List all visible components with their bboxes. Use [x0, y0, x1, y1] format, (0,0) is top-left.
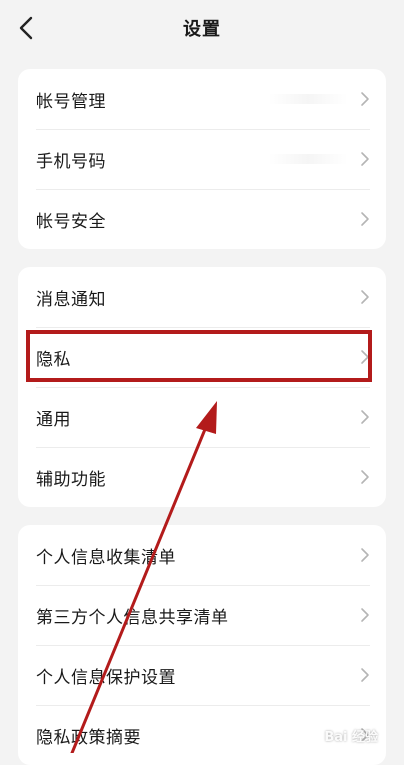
chevron-right-icon: [360, 151, 370, 167]
settings-item-account-management[interactable]: 帐号管理: [18, 69, 386, 129]
settings-item-account-security[interactable]: 帐号安全: [18, 189, 386, 249]
chevron-right-icon: [360, 349, 370, 365]
chevron-right-icon: [360, 607, 370, 623]
general-settings-card: 消息通知 隐私 通用 辅助功能: [18, 267, 386, 507]
chevron-right-icon: [360, 667, 370, 683]
settings-item-label: 辅助功能: [36, 469, 106, 490]
settings-item-label: 帐号安全: [36, 211, 106, 232]
chevron-left-icon: [19, 16, 33, 40]
chevron-right-icon: [360, 547, 370, 563]
watermark-text: Bai 经验: [324, 730, 378, 745]
back-button[interactable]: [14, 14, 38, 42]
settings-item-label: 个人信息保护设置: [36, 667, 176, 688]
settings-item-label: 个人信息收集清单: [36, 547, 176, 568]
settings-item-label: 通用: [36, 409, 71, 430]
settings-item-label: 帐号管理: [36, 91, 106, 112]
settings-item-personal-info-list[interactable]: 个人信息收集清单: [18, 525, 386, 585]
settings-item-accessibility[interactable]: 辅助功能: [18, 447, 386, 507]
settings-item-label: 隐私: [36, 349, 71, 370]
chevron-right-icon: [360, 91, 370, 107]
settings-item-third-party-sharing-list[interactable]: 第三方个人信息共享清单: [18, 585, 386, 645]
chevron-right-icon: [360, 469, 370, 485]
settings-item-notifications[interactable]: 消息通知: [18, 267, 386, 327]
settings-item-phone-number[interactable]: 手机号码: [18, 129, 386, 189]
top-bar: 设置: [0, 0, 404, 56]
baidu-jingyan-watermark: Bai 经验: [306, 726, 378, 745]
blurred-value: [268, 94, 348, 104]
settings-item-label: 第三方个人信息共享清单: [36, 607, 229, 628]
settings-item-label: 手机号码: [36, 151, 106, 172]
settings-item-personal-info-protection[interactable]: 个人信息保护设置: [18, 645, 386, 705]
settings-item-privacy[interactable]: 隐私: [18, 327, 386, 387]
paw-icon: [307, 729, 320, 741]
settings-item-general[interactable]: 通用: [18, 387, 386, 447]
chevron-right-icon: [360, 289, 370, 305]
page-title: 设置: [183, 19, 221, 40]
account-settings-card: 帐号管理 手机号码 帐号安全: [18, 69, 386, 249]
chevron-right-icon: [360, 409, 370, 425]
chevron-right-icon: [360, 211, 370, 227]
settings-item-label: 消息通知: [36, 289, 106, 310]
blurred-value: [268, 154, 348, 164]
